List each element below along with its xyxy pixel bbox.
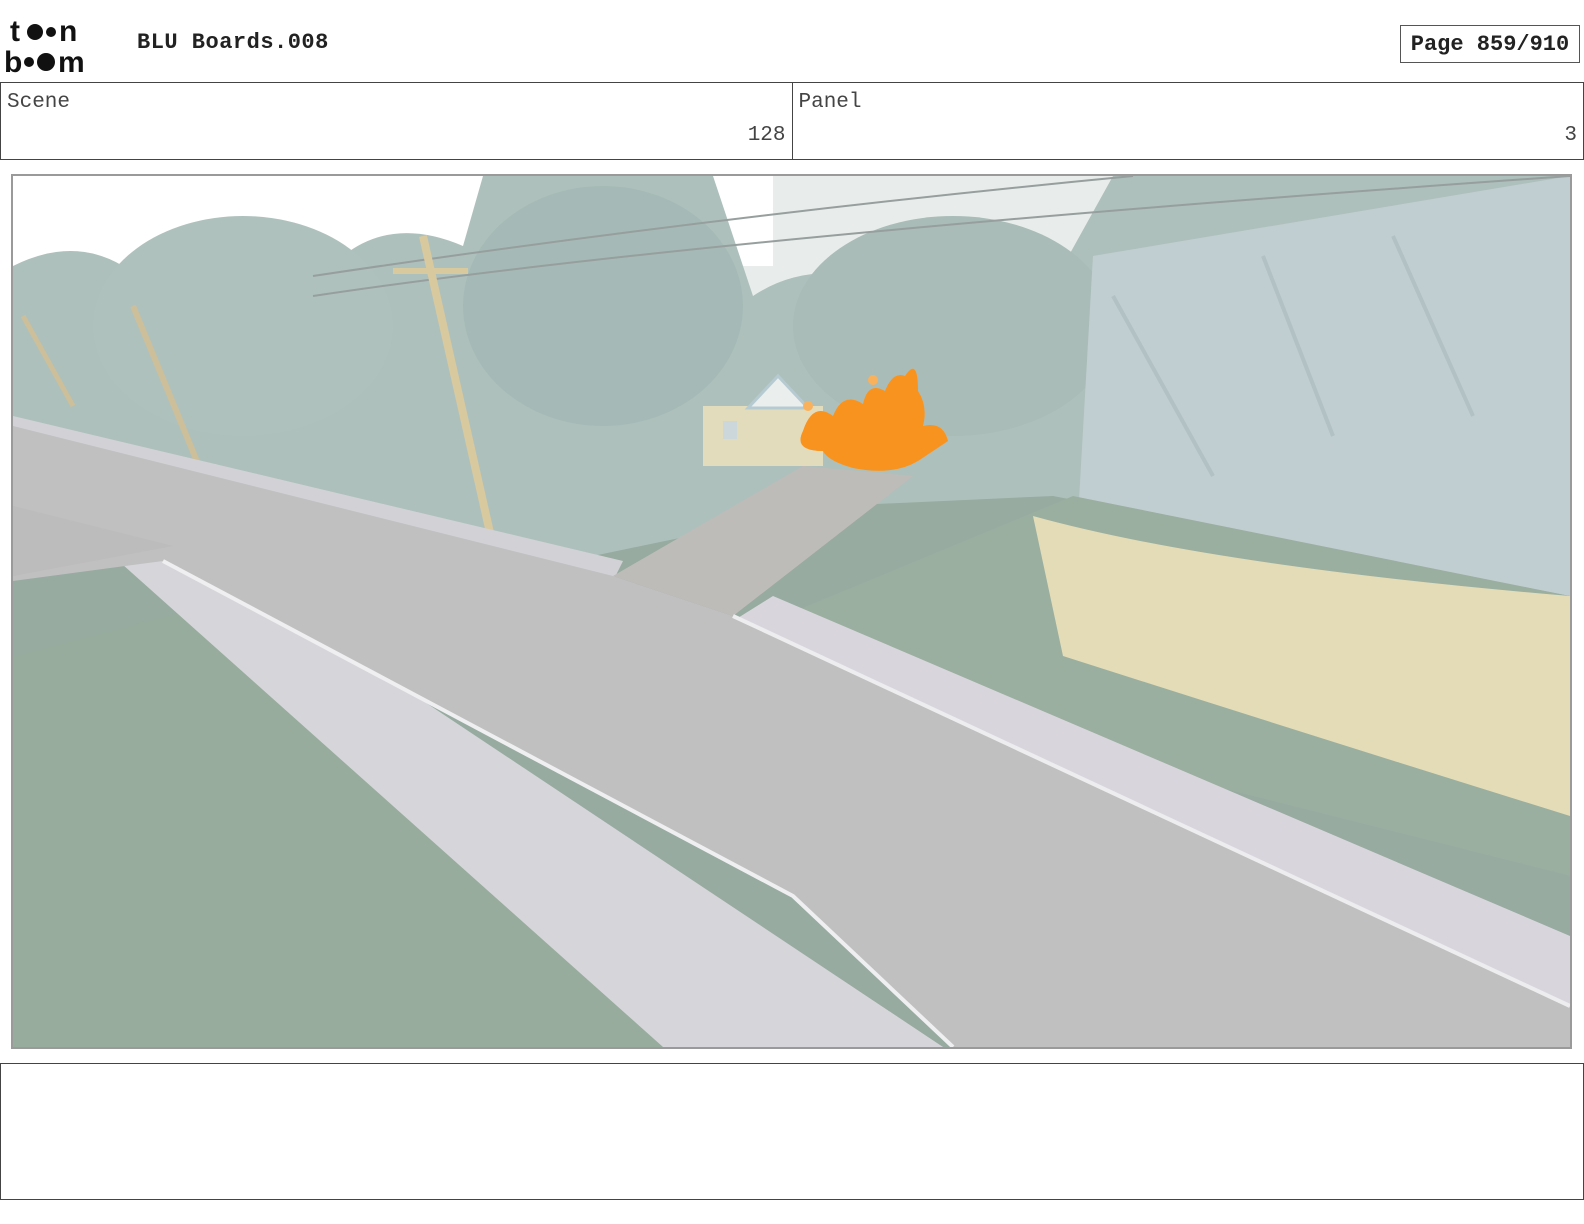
svg-text:t: t bbox=[10, 15, 20, 48]
scene-number: 128 bbox=[747, 124, 786, 147]
panel-cell: Panel 3 bbox=[791, 83, 1584, 159]
panel-number: 3 bbox=[1564, 124, 1577, 147]
svg-text:m: m bbox=[58, 46, 85, 76]
scene-cell: Scene 128 bbox=[1, 83, 792, 159]
panel-label: Panel bbox=[798, 91, 862, 114]
street-scene-illustration bbox=[13, 176, 1570, 1047]
scene-label: Scene bbox=[7, 91, 71, 114]
scene-panel-row: Scene 128 Panel 3 bbox=[0, 82, 1584, 160]
svg-text:n: n bbox=[59, 15, 77, 48]
toon-boom-logo: t n b m bbox=[4, 15, 85, 76]
panel-notes-box bbox=[0, 1063, 1584, 1200]
storyboard-panel-image bbox=[11, 174, 1572, 1049]
svg-text:b: b bbox=[4, 46, 22, 76]
document-title: BLU Boards.008 bbox=[137, 30, 329, 55]
page-indicator: Page 859/910 bbox=[1400, 25, 1580, 63]
